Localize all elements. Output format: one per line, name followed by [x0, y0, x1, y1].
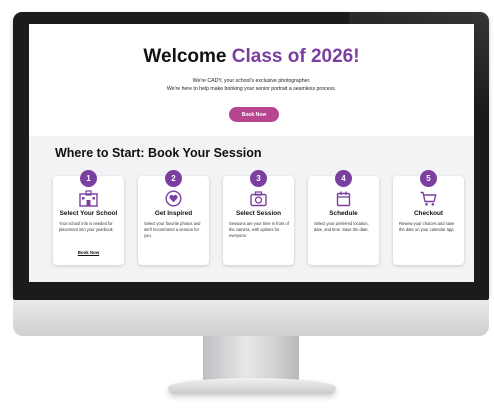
hero-subtitle: We're CADY, your school's exclusive phot…	[89, 77, 414, 93]
cart-icon	[420, 191, 437, 206]
hero-title-accent: Class of 2026!	[231, 46, 360, 67]
step-title: Get Inspired	[154, 210, 193, 217]
step-number-badge: 3	[250, 170, 267, 187]
hero-title: Welcome Class of 2026!	[29, 46, 474, 68]
step-card-select-school[interactable]: 1 Select Your School Your school info is…	[53, 170, 124, 265]
calendar-icon	[336, 191, 351, 207]
step-book-now-link[interactable]: Book Now	[53, 250, 124, 255]
section-title: Where to Start: Book Your Session	[55, 146, 262, 160]
step-description: Your school info is needed for placement…	[59, 221, 114, 232]
step-card-checkout[interactable]: 5 Checkout Review your choices and save …	[393, 170, 464, 265]
step-card-select-session[interactable]: 3 Select Session Sessions are your time …	[223, 170, 294, 265]
monitor-bottom-bezel	[13, 282, 489, 300]
step-card-get-inspired[interactable]: 2 Get Inspired Select your favorite phot…	[138, 170, 209, 265]
monitor-stand-base	[168, 378, 336, 394]
school-icon	[79, 190, 98, 207]
step-number-badge: 2	[165, 170, 182, 187]
step-title: Select Session	[235, 210, 282, 217]
step-number-badge: 4	[335, 170, 352, 187]
camera-icon	[250, 191, 267, 207]
monitor-stand-neck	[203, 336, 299, 384]
monitor-screen: Welcome Class of 2026! We're CADY, your …	[29, 24, 474, 282]
hero-subtitle-line-2: We're here to help make booking your sen…	[166, 86, 337, 92]
step-title: Schedule	[329, 210, 358, 217]
step-description: Review your choices and save the date on…	[399, 221, 455, 232]
hero-subtitle-line-1: We're CADY, your school's exclusive phot…	[192, 78, 311, 84]
step-description: Select your favorite photos and we'll re…	[144, 221, 201, 238]
hero-section: Welcome Class of 2026! We're CADY, your …	[29, 24, 474, 136]
heart-icon	[165, 190, 182, 207]
step-title: Select Your School	[59, 210, 118, 217]
step-number-badge: 1	[80, 170, 97, 187]
hero-title-prefix: Welcome	[143, 46, 232, 67]
book-now-button[interactable]: Book Now	[229, 107, 279, 122]
step-card-schedule[interactable]: 4 Schedule Select your preferred locatio…	[308, 170, 379, 265]
step-description: Select your preferred location, date, an…	[314, 221, 369, 232]
step-title: Checkout	[413, 210, 444, 217]
step-number-badge: 5	[420, 170, 437, 187]
step-description: Sessions are your time in front of the c…	[229, 221, 289, 238]
monitor-chin	[13, 300, 489, 336]
